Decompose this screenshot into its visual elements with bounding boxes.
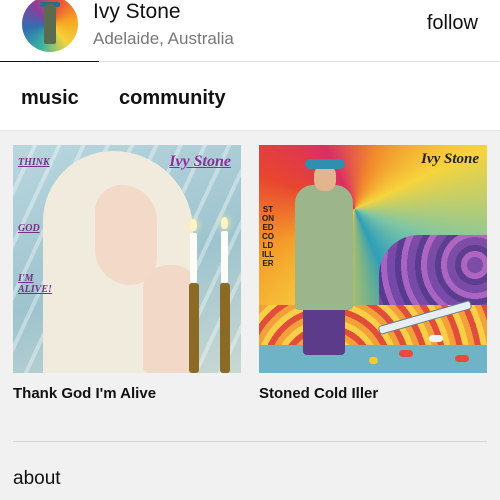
artist-header: Ivy Stone Adelaide, Australia follow: [0, 0, 500, 65]
section-divider: [13, 441, 487, 442]
cover-face-shape: [95, 185, 157, 285]
cover-side-text: GOD: [18, 223, 40, 234]
artist-name: Ivy Stone: [93, 0, 181, 23]
release-card[interactable]: STONED COLD ILLER Ivy Stone Stoned Cold …: [259, 145, 487, 402]
pill-icon: [455, 355, 469, 362]
follow-button[interactable]: follow: [427, 12, 478, 35]
album-cover[interactable]: THINK GOD I'M ALIVE! Ivy Stone: [13, 145, 241, 373]
cover-side-text: THINK: [18, 157, 50, 168]
album-cover[interactable]: STONED COLD ILLER Ivy Stone: [259, 145, 487, 373]
tab-community[interactable]: community: [119, 87, 226, 110]
cover-artist-logo: Ivy Stone: [169, 153, 231, 170]
candle-flame-icon: [221, 217, 228, 229]
tab-music[interactable]: music: [21, 87, 79, 110]
cover-figure-legs-shape: [303, 305, 345, 355]
artist-avatar[interactable]: [22, 0, 78, 52]
cover-artist-logo: Ivy Stone: [421, 151, 479, 167]
avatar-figure-shape: [44, 4, 56, 44]
artist-location: Adelaide, Australia: [93, 29, 234, 48]
pill-icon: [399, 350, 413, 357]
cover-fedora-icon: [305, 159, 345, 169]
candle-holder-icon: [189, 283, 199, 373]
cover-figure-coat-shape: [295, 185, 353, 310]
releases-section: THINK GOD I'M ALIVE! Ivy Stone Thank God…: [0, 130, 500, 500]
candle-holder-icon: [220, 283, 230, 373]
cover-side-text: STONED COLD ILLER: [262, 205, 274, 268]
release-title[interactable]: Stoned Cold Iller: [259, 385, 487, 402]
tab-bar: music community: [0, 62, 500, 130]
cover-side-text: I'M ALIVE!: [18, 273, 52, 295]
candle-flame-icon: [190, 219, 197, 231]
release-title[interactable]: Thank God I'm Alive: [13, 385, 241, 402]
release-card[interactable]: THINK GOD I'M ALIVE! Ivy Stone Thank God…: [13, 145, 241, 402]
pill-icon: [429, 335, 443, 342]
pill-icon: [369, 357, 378, 364]
candle-icon: [190, 233, 197, 283]
candle-icon: [221, 231, 228, 283]
about-link[interactable]: about: [13, 468, 61, 490]
